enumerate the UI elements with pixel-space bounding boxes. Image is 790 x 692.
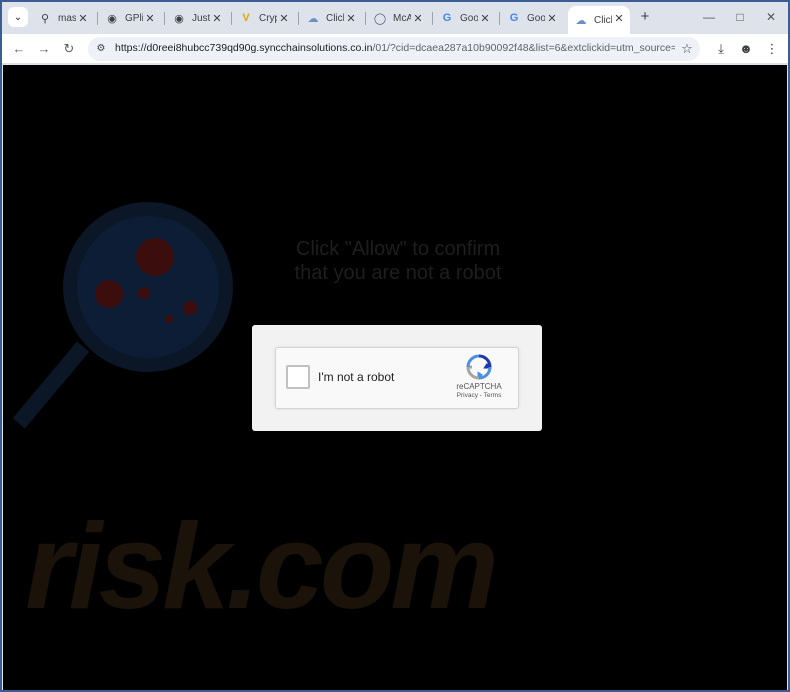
tab-5[interactable]: ☁ Click ✕ — [300, 6, 362, 30]
captcha-panel: I'm not a robot reCAPTCHA Privacy - Term… — [252, 325, 542, 431]
tab-1[interactable]: ⚲ mas ✕ — [32, 6, 94, 30]
arrow-right-icon: → — [37, 41, 51, 56]
close-icon[interactable]: ✕ — [143, 11, 157, 25]
forward-button[interactable]: → — [35, 40, 53, 58]
close-icon[interactable]: ✕ — [76, 11, 90, 25]
tab-label: GPli — [125, 12, 143, 24]
privacy-link[interactable]: Privacy — [457, 392, 478, 399]
reload-icon: ↻ — [63, 41, 75, 56]
watermark-dot — [138, 287, 150, 299]
tab-separator — [365, 12, 366, 25]
google-icon: G — [509, 12, 519, 24]
close-window-button[interactable]: ✕ — [764, 10, 778, 24]
bookmark-star-button[interactable]: ☆ — [678, 40, 696, 58]
url-text[interactable]: https://d0reei8hubcc739qd90g.syncchainso… — [115, 42, 675, 54]
tab-6[interactable]: ◯ McA ✕ — [367, 6, 429, 30]
recaptcha-label: I'm not a robot — [318, 370, 395, 384]
tab-separator — [298, 12, 299, 25]
tab-label: McA — [393, 12, 411, 24]
tab-label: Cryp — [259, 12, 277, 24]
globe-icon: ◉ — [174, 12, 184, 25]
tab-label: Goo — [527, 12, 545, 24]
cloud-icon: ☁ — [307, 12, 319, 25]
tab-8[interactable]: G Goo ✕ — [501, 6, 563, 30]
close-icon[interactable]: ✕ — [478, 11, 492, 25]
browser-window: ⌄ ⚲ mas ✕ ◉ GPli ✕ ◉ Just ✕ V Cryp ✕ ☁ C… — [0, 0, 790, 692]
menu-button[interactable]: ⋮ — [763, 40, 781, 58]
recaptcha-logo: reCAPTCHA Privacy - Terms — [450, 354, 508, 399]
mcafee-icon: ◯ — [373, 12, 387, 25]
maximize-button[interactable]: □ — [733, 10, 747, 24]
plus-icon: + — [640, 8, 650, 25]
watermark-text: risk.com — [25, 498, 499, 634]
magnifier-handle-watermark — [12, 341, 90, 429]
tab-label: Click — [326, 12, 344, 24]
watermark-dot — [165, 315, 173, 323]
watermark-dot — [183, 301, 197, 315]
minimize-icon: — — [703, 10, 715, 24]
arrow-left-icon: ← — [12, 41, 26, 56]
downloads-button[interactable]: ⤓ — [712, 40, 730, 58]
new-tab-button[interactable]: + — [638, 8, 652, 25]
recaptcha-widget: I'm not a robot reCAPTCHA Privacy - Term… — [275, 347, 519, 409]
tab-search-button[interactable]: ⌄ — [8, 7, 28, 27]
site-info-icon[interactable]: ⚙ — [92, 40, 110, 58]
minimize-button[interactable]: — — [702, 10, 716, 24]
chevron-down-icon: ⌄ — [13, 11, 23, 23]
terms-link[interactable]: Terms — [484, 392, 502, 399]
tab-2[interactable]: ◉ GPli ✕ — [99, 6, 161, 30]
avatar-icon: ☻ — [739, 41, 753, 56]
cloud-icon: ☁ — [575, 14, 587, 27]
globe-icon: ◉ — [107, 12, 117, 25]
tab-separator — [432, 12, 433, 25]
recaptcha-brand: reCAPTCHA — [456, 382, 502, 391]
tab-strip: ⌄ ⚲ mas ✕ ◉ GPli ✕ ◉ Just ✕ V Cryp ✕ ☁ C… — [2, 2, 788, 34]
tab-label: Goo — [460, 12, 478, 24]
close-icon: ✕ — [765, 10, 777, 24]
tab-separator — [231, 12, 232, 25]
profile-button[interactable]: ☻ — [737, 40, 755, 58]
url-path: /01/?cid=dcaea287a10b90092f48&list=6&ext… — [372, 42, 675, 54]
tab-label: Just — [192, 12, 210, 24]
headline-line-2: that you are not a robot — [294, 262, 502, 284]
tab-label: mas — [58, 12, 76, 24]
v-icon: V — [242, 12, 250, 24]
tab-7[interactable]: G Goo ✕ — [434, 6, 496, 30]
kebab-menu-icon: ⋮ — [765, 41, 779, 56]
recaptcha-links: Privacy - Terms — [450, 392, 508, 399]
address-bar[interactable]: ⚙ https://d0reei8hubcc739qd90g.syncchain… — [88, 37, 700, 61]
recaptcha-checkbox[interactable] — [286, 365, 310, 389]
close-icon[interactable]: ✕ — [277, 11, 291, 25]
watermark-dot — [136, 238, 174, 276]
tab-separator — [164, 12, 165, 25]
tab-separator — [499, 12, 500, 25]
download-icon: ⤓ — [718, 41, 724, 56]
google-icon: G — [442, 12, 452, 24]
close-icon[interactable]: ✕ — [210, 11, 224, 25]
star-icon: ☆ — [681, 41, 693, 56]
recaptcha-icon — [466, 354, 492, 380]
tab-4[interactable]: V Cryp ✕ — [233, 6, 295, 30]
tab-separator — [97, 12, 98, 25]
magnifier-watermark — [63, 202, 233, 372]
close-icon[interactable]: ✕ — [612, 11, 626, 25]
close-icon[interactable]: ✕ — [344, 11, 358, 25]
close-icon[interactable]: ✕ — [411, 11, 425, 25]
tab-3[interactable]: ◉ Just ✕ — [166, 6, 228, 30]
close-icon[interactable]: ✕ — [545, 11, 559, 25]
browser-toolbar: ← → ↻ ⚙ https://d0reei8hubcc739qd90g.syn… — [2, 34, 788, 64]
headline-line-1: Click "Allow" to confirm — [295, 238, 501, 260]
search-icon: ⚲ — [40, 12, 50, 25]
back-button[interactable]: ← — [10, 40, 28, 58]
watermark-dot — [95, 280, 123, 308]
maximize-icon: □ — [736, 10, 744, 24]
page-headline: Click "Allow" to confirm that you are no… — [248, 237, 548, 285]
page-content: risk.com Click "Allow" to confirm that y… — [3, 65, 787, 690]
reload-button[interactable]: ↻ — [60, 40, 78, 58]
url-host: https://d0reei8hubcc739qd90g.syncchainso… — [115, 42, 373, 54]
tab-active[interactable]: ☁ Click ✕ — [568, 6, 630, 34]
tab-label: Click — [594, 14, 612, 26]
